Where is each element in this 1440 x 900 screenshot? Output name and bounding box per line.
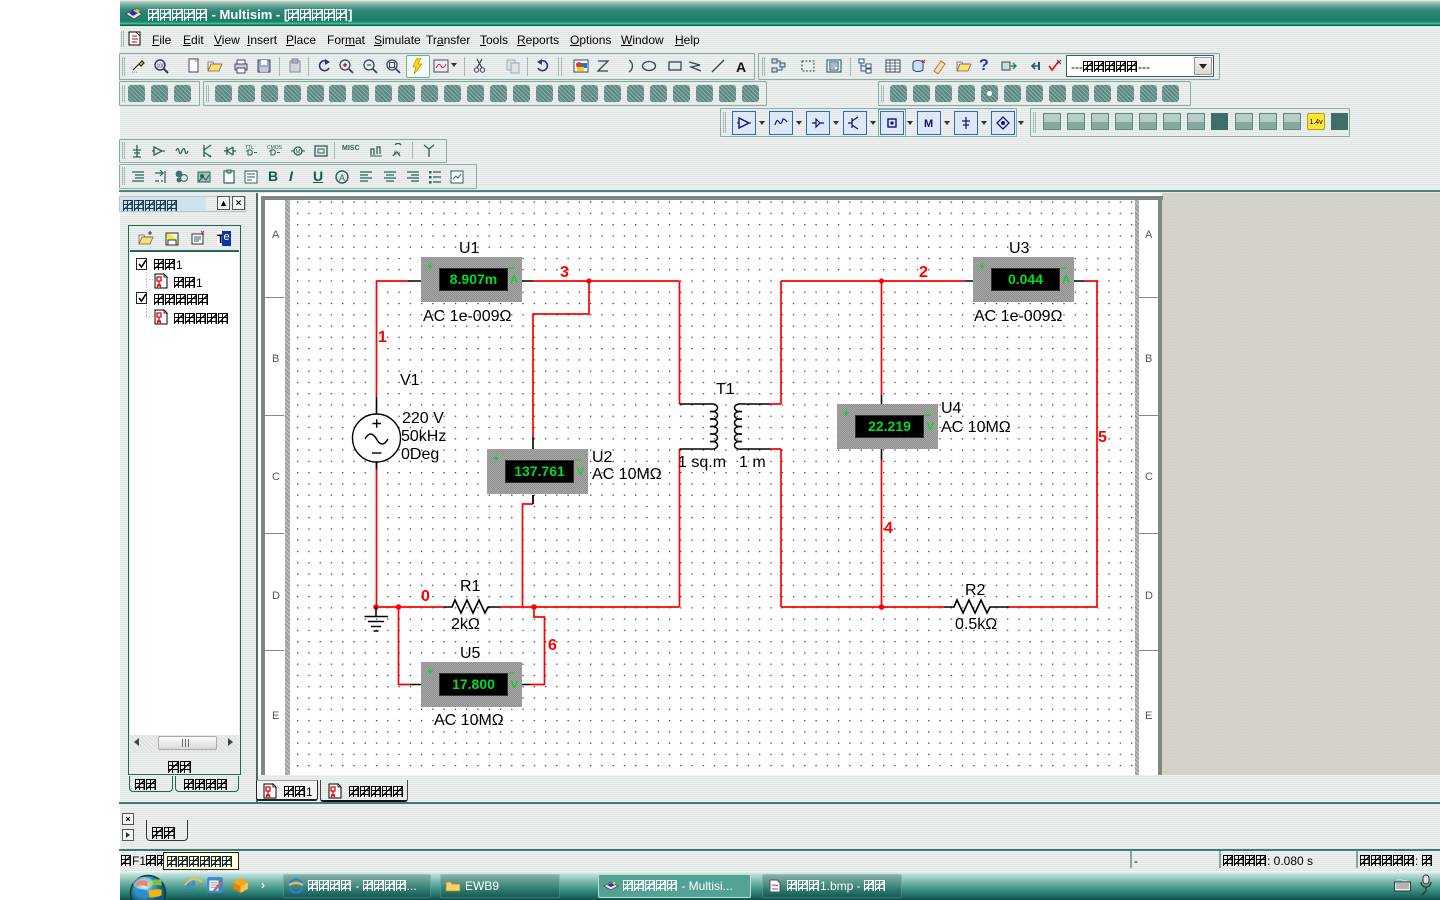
svg-text:220 V: 220 V bbox=[402, 410, 444, 427]
svg-text:2kΩ: 2kΩ bbox=[451, 616, 480, 633]
svg-text:U4: U4 bbox=[941, 400, 962, 417]
svg-text:AC 1e-009Ω: AC 1e-009Ω bbox=[423, 308, 511, 325]
svg-text:R2: R2 bbox=[965, 582, 986, 599]
svg-text:U5: U5 bbox=[460, 645, 481, 662]
svg-text:1 sq.m: 1 sq.m bbox=[678, 454, 726, 471]
svg-text:6: 6 bbox=[548, 637, 557, 654]
svg-text:100: 100 bbox=[157, 64, 166, 70]
svg-text:M: M bbox=[924, 118, 933, 130]
svg-text:U1: U1 bbox=[459, 240, 480, 257]
svg-text:4: 4 bbox=[884, 520, 893, 537]
svg-text:0.5kΩ: 0.5kΩ bbox=[955, 616, 997, 633]
svg-text:1: 1 bbox=[378, 329, 387, 346]
svg-text:2: 2 bbox=[919, 264, 928, 281]
svg-text:T1: T1 bbox=[716, 381, 735, 398]
svg-text:0v: 0v bbox=[394, 151, 400, 157]
svg-text:AC 1e-009Ω: AC 1e-009Ω bbox=[974, 308, 1062, 325]
svg-text:R1: R1 bbox=[460, 578, 481, 595]
svg-text:V1: V1 bbox=[400, 372, 420, 389]
svg-text:AC 10MΩ: AC 10MΩ bbox=[941, 419, 1011, 436]
svg-text:50kHz: 50kHz bbox=[401, 428, 446, 445]
svg-text:AC 10MΩ: AC 10MΩ bbox=[592, 466, 662, 483]
svg-text:5: 5 bbox=[1098, 429, 1107, 446]
svg-text:AC 10MΩ: AC 10MΩ bbox=[434, 712, 504, 729]
svg-text:U2: U2 bbox=[592, 449, 613, 466]
svg-text:M: M bbox=[296, 150, 301, 156]
svg-text:0: 0 bbox=[421, 588, 430, 605]
svg-text:A: A bbox=[339, 173, 345, 183]
svg-text:3: 3 bbox=[560, 264, 569, 281]
svg-text:0Deg: 0Deg bbox=[401, 446, 439, 463]
svg-text:U3: U3 bbox=[1009, 240, 1030, 257]
svg-text:1 m: 1 m bbox=[739, 454, 766, 471]
